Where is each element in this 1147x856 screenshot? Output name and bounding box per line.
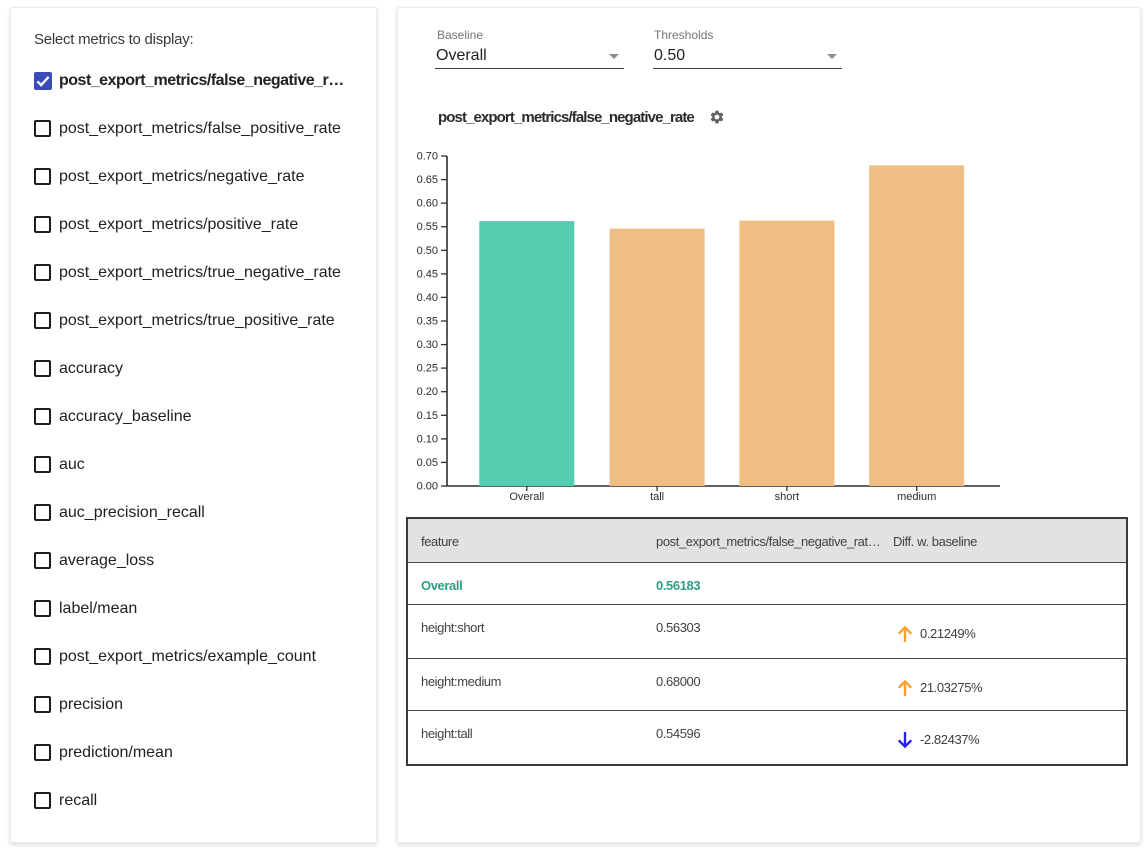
svg-text:0.10: 0.10 bbox=[417, 433, 438, 445]
svg-text:Overall: Overall bbox=[509, 491, 544, 503]
svg-text:0.50: 0.50 bbox=[417, 245, 438, 257]
svg-text:0.20: 0.20 bbox=[417, 386, 438, 398]
svg-text:0.35: 0.35 bbox=[417, 316, 438, 328]
svg-text:0.15: 0.15 bbox=[417, 410, 438, 422]
svg-text:0.00: 0.00 bbox=[417, 481, 438, 493]
svg-text:medium: medium bbox=[897, 491, 936, 503]
svg-text:0.60: 0.60 bbox=[417, 198, 438, 210]
svg-text:0.05: 0.05 bbox=[417, 457, 438, 469]
svg-text:0.45: 0.45 bbox=[417, 268, 438, 280]
svg-text:0.70: 0.70 bbox=[417, 151, 438, 163]
svg-text:0.40: 0.40 bbox=[417, 292, 438, 304]
svg-text:0.55: 0.55 bbox=[417, 221, 438, 233]
svg-text:0.65: 0.65 bbox=[417, 174, 438, 186]
svg-text:0.25: 0.25 bbox=[417, 363, 438, 375]
svg-text:short: short bbox=[775, 491, 799, 503]
svg-text:0.30: 0.30 bbox=[417, 339, 438, 351]
svg-text:tall: tall bbox=[650, 491, 664, 503]
